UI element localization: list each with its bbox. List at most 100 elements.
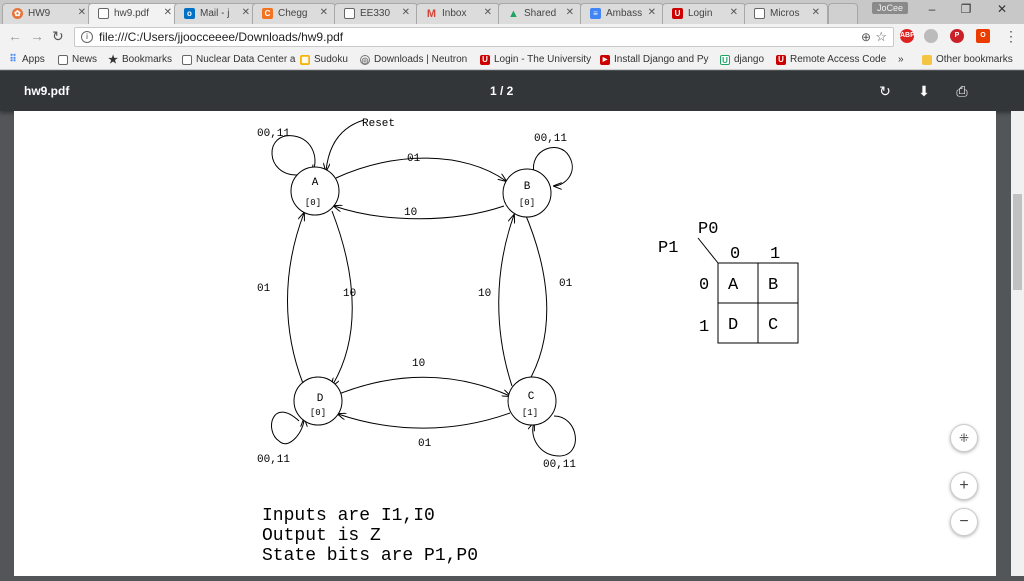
close-icon[interactable]: ✕	[566, 7, 574, 18]
page-indicator[interactable]: 1 / 2	[490, 84, 513, 98]
state-c-name: C	[528, 391, 535, 403]
tab-mail[interactable]: o Mail - j ✕	[174, 3, 258, 24]
adblock-icon[interactable]: ABP	[900, 29, 915, 43]
tab-label: Shared	[524, 8, 557, 19]
bookmark-news[interactable]: News	[58, 54, 97, 65]
edge-label-b-to-c: 01	[559, 278, 573, 290]
edge-c-to-d	[338, 412, 511, 429]
edge-label-d-to-a: 01	[257, 283, 271, 295]
bookmark-label: News	[72, 54, 98, 65]
browser-toolbar: ← → ↻ i file:///C:/Users/jjoocceeee/Down…	[0, 24, 1024, 50]
bookmark-install-django[interactable]: ▶ Install Django and Py	[600, 54, 709, 65]
tab-microsoft[interactable]: Micros ✕	[744, 3, 828, 24]
office-icon[interactable]: O	[976, 29, 990, 43]
scrollbar-thumb[interactable]	[1013, 194, 1022, 290]
restore-icon[interactable]: ❐	[956, 2, 976, 16]
tab-label: Mail - j	[200, 8, 230, 19]
new-tab-button[interactable]	[828, 3, 858, 24]
close-icon[interactable]: ✕	[164, 7, 172, 18]
pinterest-icon[interactable]: P	[950, 29, 964, 43]
bookmark-label: Apps	[22, 54, 45, 65]
close-icon[interactable]: ✕	[78, 7, 86, 18]
bookmark-label: Remote Access Code	[790, 54, 887, 65]
state-a-output: [0]	[305, 198, 321, 208]
hw9-icon: ✿	[12, 8, 23, 19]
bookmark-sudoku[interactable]: ▦ Sudoku	[300, 54, 348, 65]
bookmark-remote-access[interactable]: U Remote Access Code	[776, 54, 886, 65]
reload-icon[interactable]: ↻	[52, 28, 64, 45]
address-text: file:///C:/Users/jjoocceeee/Downloads/hw…	[99, 30, 344, 44]
close-icon[interactable]: ✕	[242, 7, 250, 18]
bookmark-bookmarks[interactable]: ★ Bookmarks	[108, 54, 172, 65]
overflow-label: »	[898, 54, 904, 65]
close-icon[interactable]: ✕	[812, 7, 820, 18]
bookmark-login-university[interactable]: U Login - The University	[480, 54, 591, 65]
extension-icon[interactable]	[924, 29, 938, 43]
sudoku-icon: ▦	[300, 54, 310, 65]
close-icon[interactable]: ✕	[320, 7, 328, 18]
close-icon[interactable]: ✕	[648, 7, 656, 18]
tab-label: EE330	[360, 8, 391, 19]
edge-label-a-to-d: 10	[343, 288, 356, 300]
tab-ee330[interactable]: EE330 ✕	[334, 3, 418, 24]
edge-label-b-to-a: 10	[404, 207, 417, 219]
tab-label: Chegg	[278, 8, 308, 19]
pdf-page: A [0] B [0] C [1] D [0] Reset 00,11 00,1…	[14, 111, 996, 576]
document-icon	[182, 54, 192, 65]
chegg-icon: C	[262, 8, 273, 19]
download-icon[interactable]: ⬇	[914, 81, 934, 101]
edge-label-c-to-d: 01	[418, 438, 432, 450]
tab-chegg[interactable]: C Chegg ✕	[252, 3, 336, 24]
fsm-diagram: A [0] B [0] C [1] D [0] Reset 00,11 00,1…	[257, 118, 799, 566]
bookmark-django[interactable]: U django	[720, 54, 764, 65]
state-a-name: A	[312, 177, 319, 189]
reset-arrow	[326, 119, 365, 171]
edge-b-to-c	[523, 210, 548, 386]
forward-icon[interactable]: →	[30, 28, 44, 44]
state-d-name: D	[317, 393, 324, 405]
bookmark-apps[interactable]: ⠿ Apps	[8, 53, 45, 65]
address-bar[interactable]: i file:///C:/Users/jjoocceeee/Downloads/…	[74, 27, 894, 47]
tab-hw9-pdf[interactable]: hw9.pdf ✕	[88, 3, 180, 24]
self-loop-d	[271, 411, 304, 444]
state-b-output: [0]	[519, 198, 535, 208]
rotate-icon[interactable]: ↻	[875, 81, 895, 101]
close-icon[interactable]: ✕	[730, 7, 738, 18]
cell-1-1: C	[768, 316, 778, 335]
tab-ambass[interactable]: ≡ Ambass ✕	[580, 3, 664, 24]
apps-grid-icon: ⠿	[9, 53, 17, 65]
edge-label-a-to-b: 01	[407, 153, 421, 165]
tab-shared[interactable]: ▲ Shared ✕	[498, 3, 582, 24]
tab-login[interactable]: U Login ✕	[662, 3, 746, 24]
tab-inbox[interactable]: M Inbox ✕	[416, 3, 500, 24]
info-icon[interactable]: i	[81, 31, 93, 43]
tab-hw9[interactable]: ✿ HW9 ✕	[2, 3, 94, 24]
profile-badge[interactable]: JoCee	[872, 2, 908, 14]
pdf-title: hw9.pdf	[24, 84, 70, 98]
zoom-in-button[interactable]: +	[950, 472, 978, 500]
bookmark-nuclear-data[interactable]: Nuclear Data Center a	[182, 54, 296, 65]
minimize-icon[interactable]: –	[922, 2, 942, 16]
cell-0-1: B	[768, 276, 778, 295]
close-icon[interactable]: ✕	[402, 7, 410, 18]
fit-page-button[interactable]: ⁜	[950, 424, 978, 452]
row-header-0: 0	[699, 276, 709, 295]
docs-icon: ≡	[590, 8, 601, 19]
window-close-icon[interactable]: ✕	[992, 2, 1012, 16]
print-icon[interactable]: ⎙	[952, 81, 972, 101]
bookmark-downloads-neutron[interactable]: ◎ Downloads | Neutron	[360, 54, 467, 65]
star-icon[interactable]: ☆	[875, 29, 887, 45]
close-icon[interactable]: ✕	[484, 7, 492, 18]
state-b-name: B	[524, 181, 531, 193]
menu-icon[interactable]: ⋮	[1004, 28, 1018, 45]
tab-label: hw9.pdf	[114, 8, 150, 19]
vertical-scrollbar[interactable]	[1011, 111, 1024, 576]
tab-label: Ambass	[606, 8, 643, 19]
zoom-icon[interactable]: ⊕	[861, 30, 871, 44]
row-header-1: 1	[699, 318, 709, 337]
bookmarks-overflow[interactable]: »	[898, 54, 904, 65]
back-icon[interactable]: ←	[8, 28, 22, 44]
state-c-output: [1]	[522, 408, 538, 418]
zoom-out-button[interactable]: −	[950, 508, 978, 536]
bookmark-other[interactable]: Other bookmarks	[922, 54, 1013, 65]
